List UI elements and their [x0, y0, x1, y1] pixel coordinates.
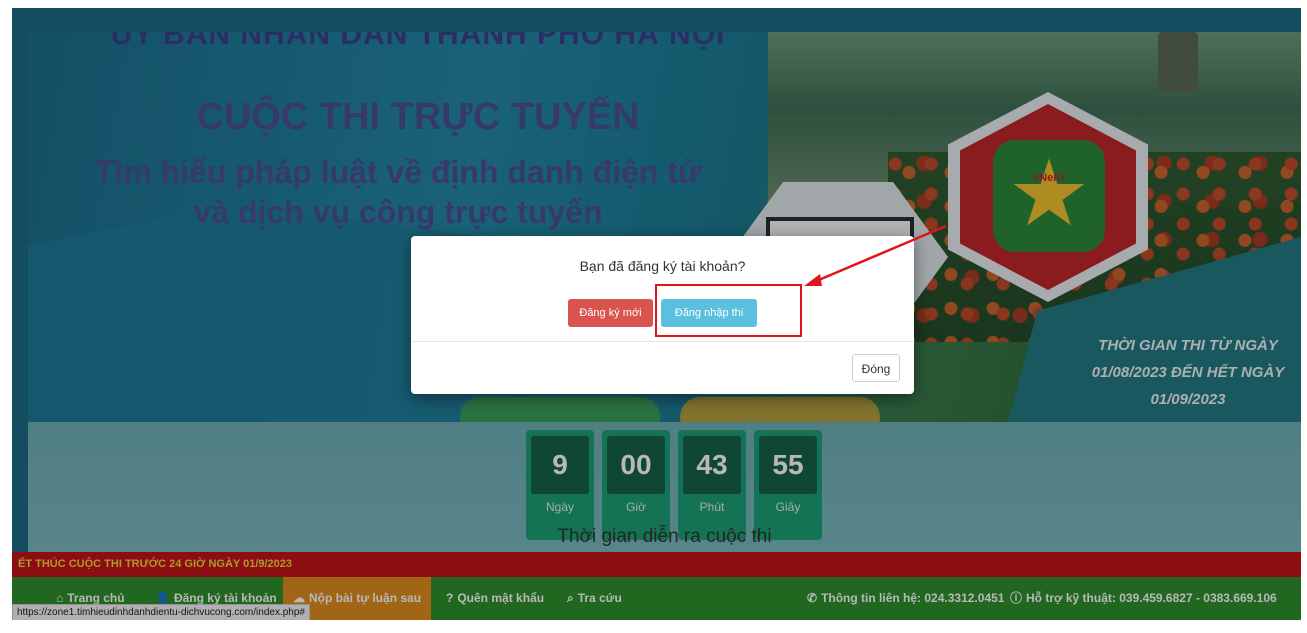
annotation-arrow-icon — [804, 224, 947, 286]
annotation-highlight-box — [655, 284, 802, 337]
close-button[interactable]: Đóng — [852, 354, 900, 382]
modal-divider — [411, 341, 914, 342]
register-new-button[interactable]: Đăng ký mới — [568, 299, 653, 327]
